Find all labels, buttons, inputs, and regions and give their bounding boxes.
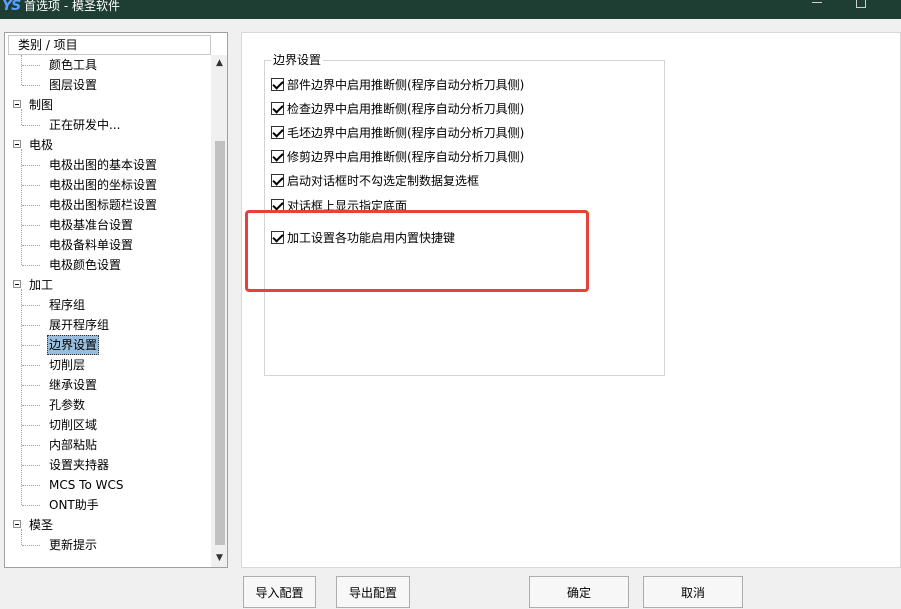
tree-category[interactable]: 加工	[5, 275, 205, 295]
checkbox-checked-icon[interactable]	[271, 126, 284, 139]
tree-category[interactable]: 模圣	[5, 515, 205, 535]
tree-item[interactable]: 正在研发中...	[47, 115, 122, 135]
tree-connector	[21, 529, 22, 545]
tree-item[interactable]: 图层设置	[47, 75, 99, 95]
highlight-annotation	[245, 210, 589, 292]
maximize-icon[interactable]	[856, 0, 866, 8]
scroll-thumb[interactable]	[215, 141, 225, 545]
tree-connector	[22, 465, 40, 466]
option-label: 毛坯边界中启用推断侧(程序自动分析刀具侧)	[287, 126, 525, 140]
title-bar: YS 首选项 - 模圣软件	[0, 0, 901, 19]
category-tree[interactable]: 类别 / 项目 颜色工具 图层设置制图正在研发中... 电极电极出图的基本设置 电极出…	[4, 32, 228, 568]
tree-item[interactable]: 切削区域	[47, 415, 99, 435]
window-title: 首选项 - 模圣软件	[24, 0, 120, 13]
tree-item[interactable]: MCS To WCS	[47, 475, 125, 495]
app-logo-icon: YS	[2, 0, 21, 14]
tree-connector	[21, 55, 22, 85]
tree-connector	[22, 485, 40, 486]
import-config-button[interactable]: 导入配置	[243, 576, 316, 608]
tree-item[interactable]: 边界设置	[47, 335, 100, 355]
cancel-button[interactable]: 取消	[643, 576, 743, 608]
tree-connector	[22, 385, 40, 386]
tree-item[interactable]: 颜色工具	[47, 55, 99, 75]
tree-connector	[21, 109, 22, 125]
tree-connector	[22, 205, 40, 206]
option-label: 部件边界中启用推断侧(程序自动分析刀具侧)	[287, 78, 525, 92]
option-label: 检查边界中启用推断侧(程序自动分析刀具侧)	[287, 102, 525, 116]
collapse-icon[interactable]	[13, 140, 21, 148]
tree-connector	[22, 325, 40, 326]
tree-connector	[22, 65, 40, 66]
tree-connector	[22, 545, 40, 546]
tree-body: 颜色工具 图层设置制图正在研发中... 电极电极出图的基本设置 电极出图的坐标设置 电极…	[5, 55, 211, 567]
tree-connector	[22, 225, 40, 226]
tree-connector	[21, 149, 22, 265]
tree-connector	[22, 305, 40, 306]
tree-connector	[22, 345, 40, 346]
tree-connector	[22, 85, 40, 86]
tree-category-label: 制图	[29, 98, 54, 112]
tree-item[interactable]: 切削层	[47, 355, 87, 375]
export-config-button[interactable]: 导出配置	[336, 576, 410, 608]
tree-item[interactable]: 更新提示	[47, 535, 99, 555]
tree-item[interactable]: 程序组	[47, 295, 87, 315]
option-label: 启动对话框时不勾选定制数据复选框	[287, 174, 480, 188]
tree-item[interactable]: 电极出图的基本设置	[47, 155, 159, 175]
tree-item[interactable]: 电极备料单设置	[47, 235, 135, 255]
group-title: 边界设置	[271, 52, 324, 68]
tree-category-label: 电极	[29, 138, 54, 152]
tree-item[interactable]: 电极出图的坐标设置	[47, 175, 159, 195]
tree-item[interactable]: 设置夹持器	[47, 455, 111, 475]
tree-connector	[22, 185, 40, 186]
checkbox-checked-icon[interactable]	[271, 102, 284, 115]
tree-item[interactable]: 继承设置	[47, 375, 99, 395]
tree-header: 类别 / 项目	[8, 35, 211, 55]
tree-connector	[22, 425, 40, 426]
tree-category[interactable]: 电极	[5, 135, 205, 155]
tree-connector	[22, 125, 40, 126]
tree-category-label: 加工	[29, 278, 54, 292]
tree-item[interactable]: 电极颜色设置	[47, 255, 123, 275]
tree-connector	[22, 405, 40, 406]
option-label: 修剪边界中启用推断侧(程序自动分析刀具侧)	[287, 150, 525, 164]
tree-item[interactable]: 孔参数	[47, 395, 87, 415]
tree-category[interactable]: 制图	[5, 95, 205, 115]
tree-connector	[22, 265, 40, 266]
settings-panel: 边界设置 部件边界中启用推断侧(程序自动分析刀具侧) 检查边界中启用推断侧(程序自…	[241, 32, 901, 568]
checkbox-checked-icon[interactable]	[271, 150, 284, 163]
tree-category-label: 模圣	[29, 518, 54, 532]
tree-connector	[22, 245, 40, 246]
collapse-icon[interactable]	[13, 520, 21, 528]
tree-connector	[22, 445, 40, 446]
scroll-up-icon[interactable]: ▲	[211, 55, 227, 72]
checkbox-checked-icon[interactable]	[271, 174, 284, 187]
tree-item[interactable]: ONT助手	[47, 495, 101, 515]
checkbox-checked-icon[interactable]	[271, 78, 284, 91]
minimize-icon[interactable]	[812, 2, 822, 3]
tree-connector	[22, 165, 40, 166]
scroll-down-icon[interactable]: ▼	[211, 550, 227, 567]
tree-item[interactable]: 展开程序组	[47, 315, 111, 335]
tree-item[interactable]: 电极出图标题栏设置	[47, 195, 159, 215]
tree-connector	[22, 365, 40, 366]
ok-button[interactable]: 确定	[529, 576, 629, 608]
tree-connector	[22, 505, 40, 506]
collapse-icon[interactable]	[13, 100, 21, 108]
tree-scrollbar[interactable]: ▲ ▼	[211, 55, 227, 567]
tree-item[interactable]: 电极基准台设置	[47, 215, 135, 235]
collapse-icon[interactable]	[13, 280, 21, 288]
tree-connector	[21, 289, 22, 505]
tree-item[interactable]: 内部粘贴	[47, 435, 99, 455]
